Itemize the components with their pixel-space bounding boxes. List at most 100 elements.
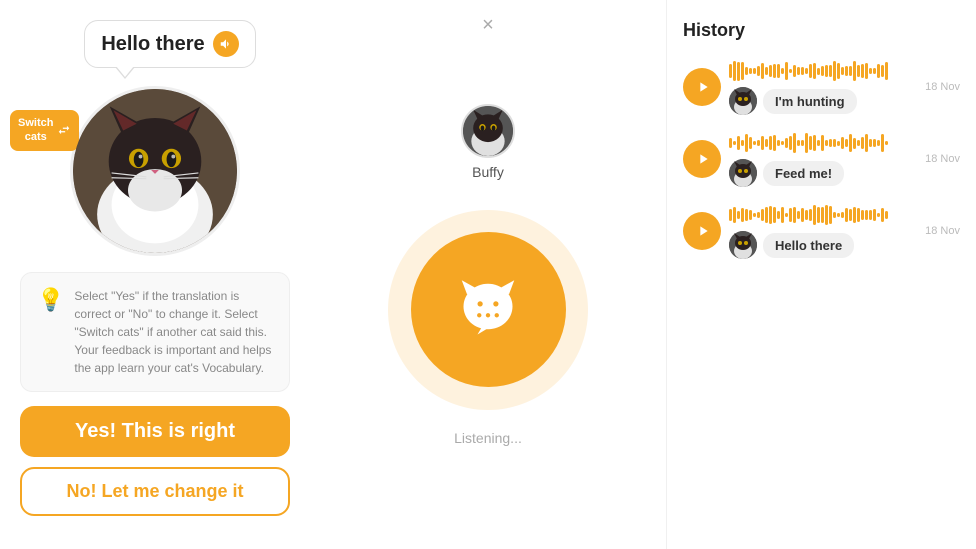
listen-button[interactable] [411,232,566,387]
waveform-bar [861,210,864,221]
listen-outer [388,210,588,410]
waveform-bar [749,210,752,221]
cat-avatar-container [70,86,240,256]
play-icon [695,79,711,95]
waveform-bar [873,209,876,221]
waveform-bar [733,141,736,145]
waveform-bar [837,213,840,217]
waveform-bar [753,141,756,146]
middle-panel: × Buffy [310,0,666,549]
waveform-bar [869,68,872,74]
waveform-bar [833,139,836,147]
waveform-bar [785,138,788,148]
history-date: 18 Nov [925,153,960,165]
history-right: Feed me! [729,131,917,187]
waveform-bar [777,211,780,220]
close-button[interactable]: × [482,14,494,37]
history-thumbnail [729,87,757,115]
waveform-bar [805,210,808,219]
right-panel: History I'm hunting18 Nov Feed me! 18 Nov… [666,0,976,549]
waveform-bar [877,64,880,79]
waveform-bar [821,135,824,152]
waveform-bar [845,139,848,147]
cat-avatar [73,89,237,253]
history-list: I'm hunting18 Nov Feed me! 18 Nov Hello t… [683,59,960,259]
waveform-bar [785,213,788,217]
bulb-icon: 💡 [37,287,64,313]
switch-cats-label: Switch cats [18,116,53,145]
history-bottom-row: I'm hunting [729,87,917,115]
speech-text: Hello there [101,33,204,56]
waveform-bar [749,68,752,73]
waveform-bar [837,141,840,146]
waveform-bar [737,62,740,81]
waveform-bar [849,209,852,220]
left-panel: Hello there Switch cats [0,0,310,549]
waveform-bar [877,213,880,218]
thumb-cat-svg [729,231,757,259]
waveform-bar [757,140,760,147]
waveform-bar [865,210,868,221]
play-button-0[interactable] [683,68,721,106]
history-thumbnail [729,231,757,259]
waveform-bar [741,62,744,81]
waveform-bar [809,136,812,150]
waveform-bar [729,64,732,78]
waveform-bar [857,208,860,222]
waveform-bar [805,68,808,75]
waveform-bar [885,141,888,146]
waveform-bar [845,66,848,75]
buffy-cat-svg [463,106,513,156]
waveform-bar [885,211,888,218]
waveform-bar [801,67,804,74]
speech-bubble: Hello there [84,20,255,68]
waveform-bar [769,136,772,149]
history-bottom-row: Feed me! [729,159,917,187]
waveform-bar [809,209,812,222]
history-item: Feed me! 18 Nov [683,131,960,187]
waveform-bar [873,68,876,74]
waveform-bar [821,207,824,223]
play-button-2[interactable] [683,212,721,250]
waveform-bar [805,133,808,152]
yes-button[interactable]: Yes! This is right [20,406,290,457]
waveform-bar [853,207,856,223]
switch-cats-button[interactable]: Switch cats [10,110,79,151]
waveform-bar [865,63,868,79]
waveform-bar [853,138,856,149]
waveform-bar [793,207,796,223]
waveform-bar [789,208,792,223]
volume-icon [219,37,233,51]
waveform-bar [829,65,832,77]
history-title: History [683,20,960,41]
sound-icon[interactable] [213,31,239,57]
waveform-bar [781,141,784,145]
waveform-bar [817,207,820,223]
history-item: I'm hunting18 Nov [683,59,960,115]
waveform-bar [757,212,760,218]
waveform-bar [813,205,816,224]
waveform-bar [769,65,772,77]
waveform-bar [781,68,784,74]
no-button[interactable]: No! Let me change it [20,467,290,516]
waveform [729,131,917,155]
thumb-cat-svg [729,159,757,187]
waveform-bar [789,69,792,74]
waveform-bar [737,136,740,151]
waveform-bar [877,140,880,146]
thumb-cat-svg [729,87,757,115]
waveform-bar [789,136,792,150]
history-thumbnail [729,159,757,187]
waveform-bar [825,65,828,77]
waveform-bar [785,62,788,80]
waveform-bar [745,134,748,153]
play-button-1[interactable] [683,140,721,178]
history-right: Hello there [729,203,917,259]
waveform-bar [813,135,816,151]
waveform-bar [761,136,764,151]
waveform-bar [761,63,764,79]
waveform-bar [837,63,840,79]
waveform-bar [741,140,744,147]
listening-text: Listening... [454,430,522,446]
waveform-bar [797,211,800,220]
